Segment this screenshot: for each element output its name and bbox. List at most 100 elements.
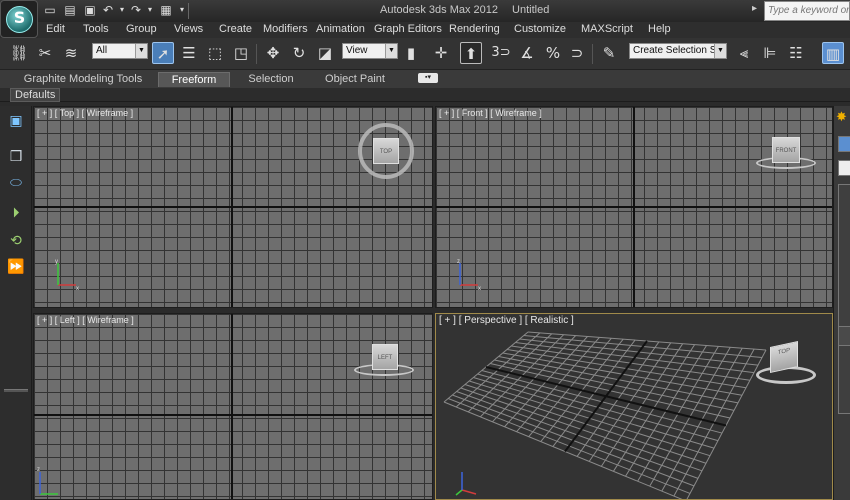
menu-graph-editors[interactable]: Graph Editors xyxy=(374,22,442,38)
snaps-toggle-icon[interactable]: 3⊃ xyxy=(490,42,512,64)
tab-object-paint[interactable]: Object Paint xyxy=(318,72,392,87)
viewcube-face[interactable]: TOP xyxy=(373,138,399,164)
play-icon[interactable]: ⏵ xyxy=(4,202,28,224)
project-folder-icon[interactable]: ▦ xyxy=(158,2,174,18)
svg-text:x: x xyxy=(478,286,481,292)
grid-axis-horizontal xyxy=(34,206,432,208)
tube-icon[interactable]: ⬭ xyxy=(4,172,28,194)
menu-animation[interactable]: Animation xyxy=(316,22,365,38)
title-separator xyxy=(188,3,189,19)
menu-modifiers[interactable]: Modifiers xyxy=(263,22,308,38)
scene-explorer-icon[interactable]: ▣ xyxy=(4,110,28,132)
tab-graphite-modeling-tools[interactable]: Graphite Modeling Tools xyxy=(22,72,144,87)
menu-bar: Edit Tools Group Views Create Modifiers … xyxy=(38,22,850,38)
select-manipulate-icon[interactable]: ✛ xyxy=(430,42,452,64)
new-file-icon[interactable]: ▭ xyxy=(42,2,58,18)
reference-coordinate-select[interactable]: View ▼ xyxy=(342,43,398,59)
window-title: Autodesk 3ds Max 2012 Untitled xyxy=(380,4,549,16)
defaults-label[interactable]: Defaults xyxy=(10,88,61,102)
graphite-toggle-icon[interactable]: ▥ xyxy=(822,42,844,64)
mirror-icon[interactable]: ⫷ xyxy=(733,42,755,64)
menu-tools[interactable]: Tools xyxy=(83,22,109,38)
app-logo-glyph: S xyxy=(13,8,26,27)
grid-axis-vertical xyxy=(231,314,233,499)
app-menu-button[interactable]: S xyxy=(0,0,38,38)
command-panel: ✸ xyxy=(833,106,850,500)
viewport-label[interactable]: [ + ] [ Top ] [ Wireframe ] xyxy=(37,108,133,118)
menu-help[interactable]: Help xyxy=(648,22,671,38)
spinner-snap-icon[interactable]: ⊃ xyxy=(566,42,588,64)
layer-manager-icon[interactable]: ☷ xyxy=(785,42,807,64)
align-icon[interactable]: ⊫ xyxy=(759,42,781,64)
viewport-left[interactable]: [ + ] [ Left ] [ Wireframe ] LEFT z xyxy=(33,313,433,500)
left-toolbar: ▣ ❒ ⬭ ⏵ ⟲ ⏩ xyxy=(0,106,32,500)
link-icon[interactable]: ⛓ xyxy=(8,42,30,64)
create-star-icon[interactable]: ✸ xyxy=(836,110,850,124)
menu-customize[interactable]: Customize xyxy=(514,22,566,38)
menu-maxscript[interactable]: MAXScript xyxy=(581,22,633,38)
toolbar-separator xyxy=(256,44,257,64)
select-by-name-icon[interactable]: ☰ xyxy=(178,42,200,64)
snaps-value: 3 xyxy=(491,45,500,60)
fast-forward-icon[interactable]: ⏩ xyxy=(4,256,28,278)
chevron-down-icon: ▼ xyxy=(135,44,147,58)
keyboard-shortcut-override-icon[interactable]: ⬆ xyxy=(460,42,482,64)
menu-edit[interactable]: Edit xyxy=(46,22,65,38)
search-collapse-icon[interactable]: ▸ xyxy=(752,3,764,19)
reference-coordinate-value: View xyxy=(346,45,368,56)
left-toolbar-separator xyxy=(4,389,28,392)
viewport-label[interactable]: [ + ] [ Front ] [ Wireframe ] xyxy=(439,108,542,118)
grid-axis-horizontal xyxy=(34,414,432,416)
viewport-top[interactable]: [ + ] [ Top ] [ Wireframe ] TOP y x xyxy=(33,106,433,308)
select-object-icon[interactable]: ➚ xyxy=(152,42,174,64)
ribbon-options-icon[interactable]: ▪▾ xyxy=(418,73,438,83)
command-panel-button[interactable] xyxy=(838,326,850,346)
viewcube[interactable]: TOP xyxy=(754,338,820,388)
named-selection-set-placeholder: Create Selection Se xyxy=(633,45,722,56)
grid-axis-vertical xyxy=(633,107,635,307)
loop-icon[interactable]: ⟲ xyxy=(4,230,28,252)
command-panel-field[interactable] xyxy=(838,160,850,176)
angle-snap-icon[interactable]: ∡ xyxy=(516,42,538,64)
scale-icon[interactable]: ◪ xyxy=(314,42,336,64)
open-file-icon[interactable]: ▤ xyxy=(62,2,78,18)
tab-selection[interactable]: Selection xyxy=(236,72,306,87)
viewcube[interactable]: TOP xyxy=(356,121,418,183)
chevron-down-icon: ▼ xyxy=(714,44,726,58)
selection-filter-select[interactable]: All ▼ xyxy=(92,43,148,59)
menu-views[interactable]: Views xyxy=(174,22,203,38)
percent-snap-icon[interactable]: % xyxy=(542,42,564,64)
command-panel-tab[interactable] xyxy=(838,136,850,152)
svg-text:x: x xyxy=(76,286,79,292)
rectangular-selection-icon[interactable]: ⬚ xyxy=(204,42,226,64)
viewport-perspective[interactable]: [ + ] [ Perspective ] [ Realistic ] TOP xyxy=(435,313,833,500)
edit-named-selection-icon[interactable]: ✎ xyxy=(598,42,620,64)
unlink-icon[interactable]: ✂ xyxy=(34,42,56,64)
menu-create[interactable]: Create xyxy=(219,22,252,38)
viewcube-face[interactable]: LEFT xyxy=(372,344,398,370)
named-selection-set-select[interactable]: Create Selection Se ▼ xyxy=(629,43,727,59)
viewport-front[interactable]: [ + ] [ Front ] [ Wireframe ] FRONT z x xyxy=(435,106,833,308)
viewcube-face[interactable]: FRONT xyxy=(772,137,800,163)
move-icon[interactable]: ✥ xyxy=(262,42,284,64)
chevron-down-icon: ▼ xyxy=(385,44,397,58)
viewcube[interactable]: FRONT xyxy=(754,129,820,173)
save-file-icon[interactable]: ▣ xyxy=(82,2,98,18)
boxes-icon[interactable]: ❒ xyxy=(4,146,28,168)
redo-dropdown-icon[interactable]: ▾ xyxy=(142,2,158,18)
axis-tripod-icon xyxy=(455,472,477,496)
svg-text:z: z xyxy=(457,259,460,265)
menu-group[interactable]: Group xyxy=(126,22,157,38)
menu-rendering[interactable]: Rendering xyxy=(449,22,500,38)
tab-freeform[interactable]: Freeform xyxy=(158,72,230,87)
svg-text:y: y xyxy=(55,259,58,265)
viewcube[interactable]: LEFT xyxy=(352,336,418,380)
bind-space-warp-icon[interactable]: ≋ xyxy=(60,42,82,64)
viewport-label[interactable]: [ + ] [ Left ] [ Wireframe ] xyxy=(37,315,134,325)
pivot-center-icon[interactable]: ▮ xyxy=(400,42,422,64)
search-input[interactable]: Type a keyword or p xyxy=(764,1,850,21)
rotate-icon[interactable]: ↻ xyxy=(288,42,310,64)
axis-tripod-icon: z xyxy=(37,467,58,495)
window-crossing-icon[interactable]: ◳ xyxy=(230,42,252,64)
axis-tripod-icon: y x xyxy=(55,259,79,292)
